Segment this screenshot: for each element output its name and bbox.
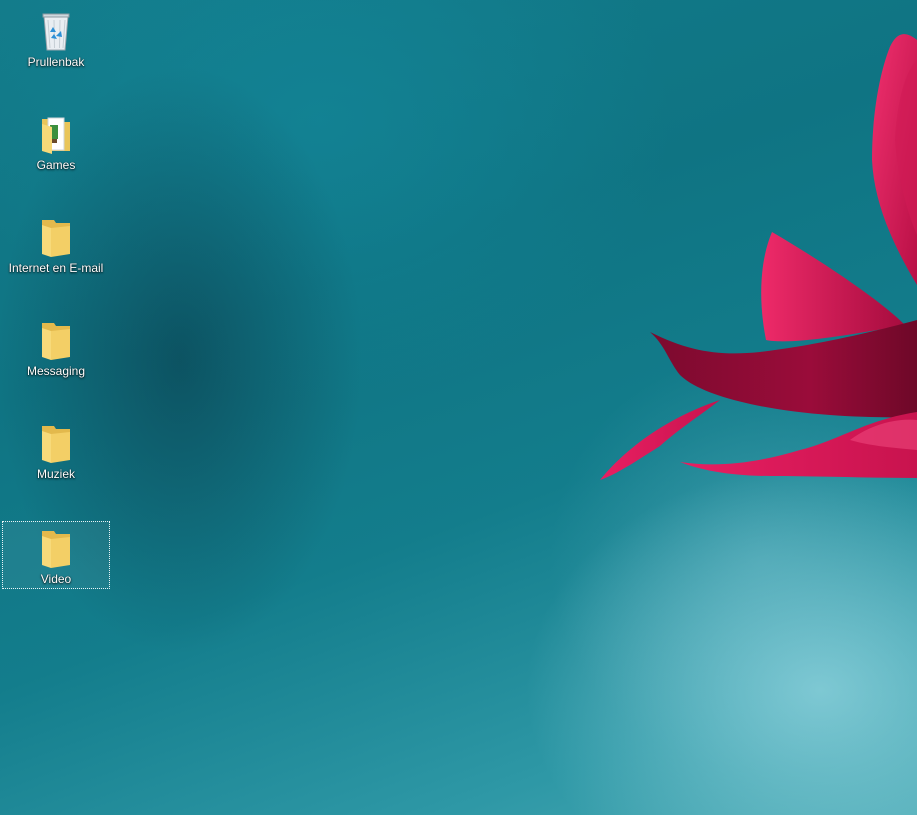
desktop[interactable]: Prullenbak Games Internet en E-mail Mess… [0,0,917,815]
folder-icon [42,117,70,154]
desktop-icon-label: Prullenbak [27,55,85,69]
desktop-icon-label: Messaging [26,364,86,378]
folder-icon [42,531,70,568]
desktop-icon-label: Internet en E-mail [8,261,104,275]
folder-icon [42,323,70,360]
desktop-icon-muziek[interactable]: Muziek [2,416,110,482]
desktop-icon-label: Muziek [36,467,75,481]
folder-icon [42,220,70,257]
desktop-icon-label: Games [36,158,76,172]
recycle-bin-icon [42,13,70,51]
desktop-icon-label: Video [40,572,72,586]
desktop-icon-messaging[interactable]: Messaging [2,313,110,379]
desktop-icon-prullenbak[interactable]: Prullenbak [2,4,110,70]
desktop-icon-internet-en-e-mail[interactable]: Internet en E-mail [2,210,110,276]
wallpaper-flower [600,34,917,480]
folder-icon [42,426,70,463]
desktop-icon-games[interactable]: Games [2,107,110,173]
desktop-icon-video[interactable]: Video [2,521,110,589]
